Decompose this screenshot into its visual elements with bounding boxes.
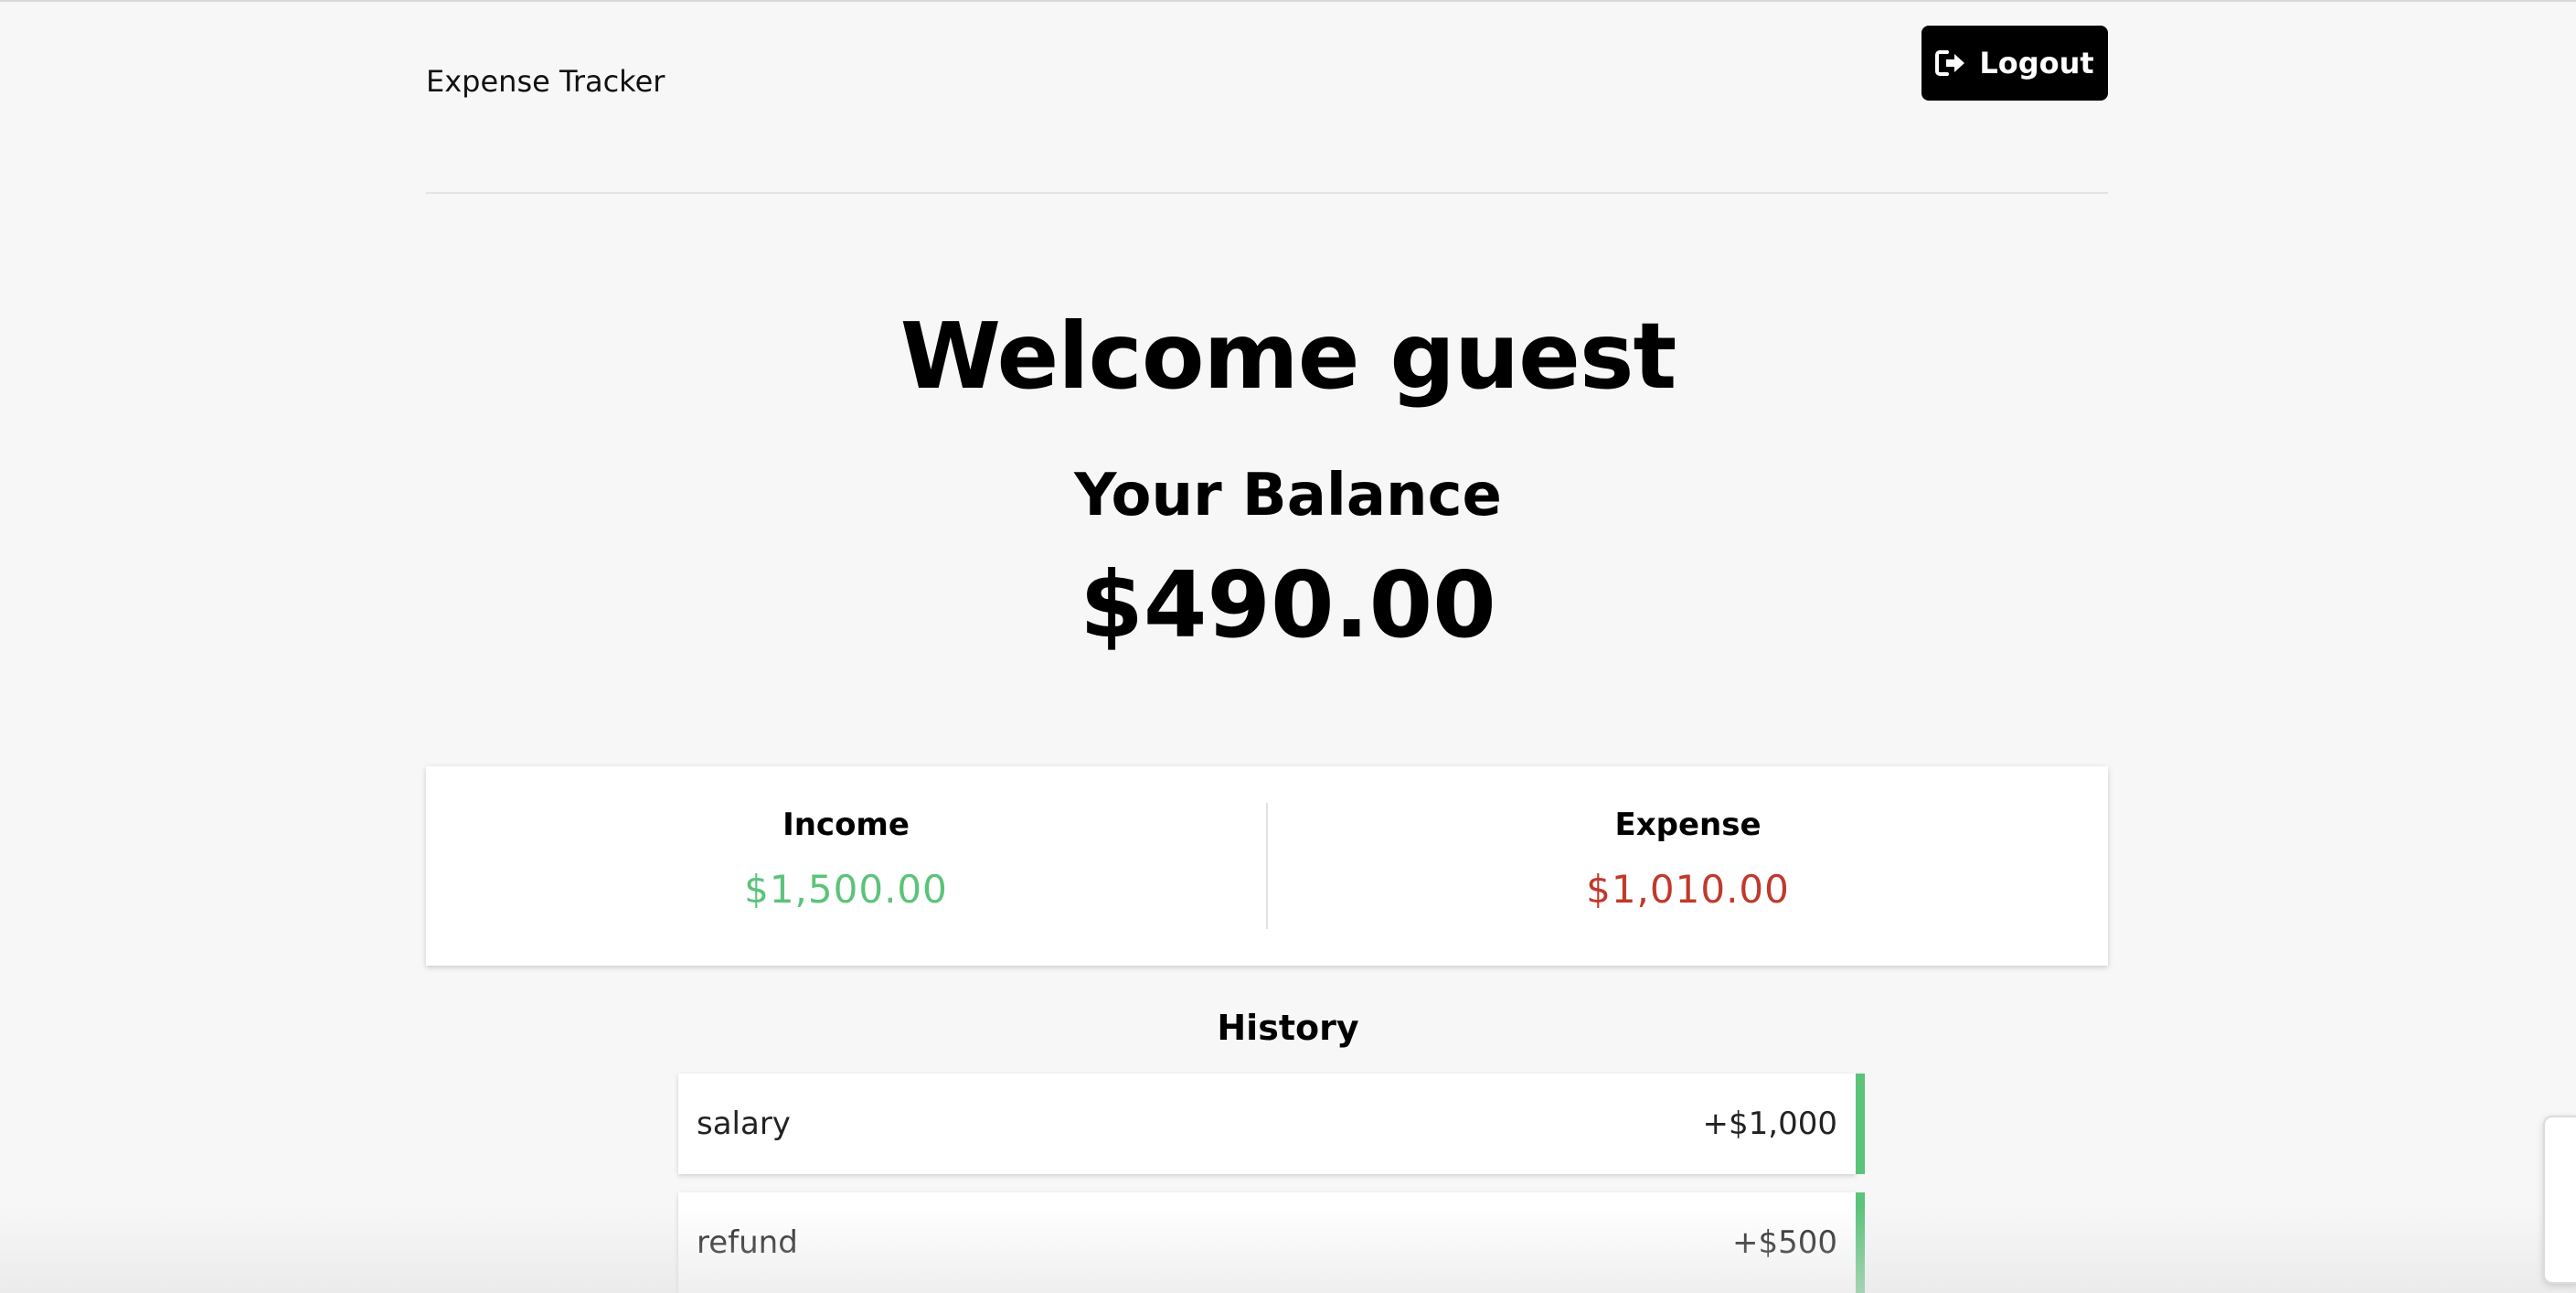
app-title: Expense Tracker <box>426 64 665 99</box>
income-indicator <box>1856 1192 1865 1293</box>
history-title: History <box>1217 1008 1359 1048</box>
balance-value: $490.00 <box>1080 551 1496 658</box>
sign-out-icon <box>1935 49 1966 77</box>
top-border <box>0 0 2576 2</box>
income-expense-card: Income $1,500.00 Expense $1,010.00 <box>426 766 2108 966</box>
header-divider <box>426 192 2108 194</box>
history-item-amount: +$1,000 <box>1702 1106 1837 1142</box>
history-item-salary[interactable]: salary +$1,000 <box>678 1074 1865 1174</box>
history-item-name: refund <box>697 1224 798 1261</box>
balance-label: Your Balance <box>1074 462 1502 529</box>
logout-button[interactable]: Logout <box>1921 26 2108 101</box>
income-section: Income $1,500.00 <box>426 766 1266 966</box>
logout-label: Logout <box>1979 46 2094 80</box>
history-item-name: salary <box>697 1106 791 1142</box>
expense-label: Expense <box>1614 807 1762 843</box>
income-indicator <box>1856 1074 1865 1174</box>
income-label: Income <box>782 807 910 843</box>
welcome-heading: Welcome guest <box>899 303 1677 410</box>
history-item-refund[interactable]: refund +$500 <box>678 1192 1865 1293</box>
history-item-amount: +$500 <box>1731 1224 1837 1261</box>
corner-widget[interactable] <box>2543 1116 2576 1284</box>
expense-value: $1,010.00 <box>1586 867 1790 912</box>
expense-section: Expense $1,010.00 <box>1268 766 2108 966</box>
income-value: $1,500.00 <box>744 867 948 912</box>
